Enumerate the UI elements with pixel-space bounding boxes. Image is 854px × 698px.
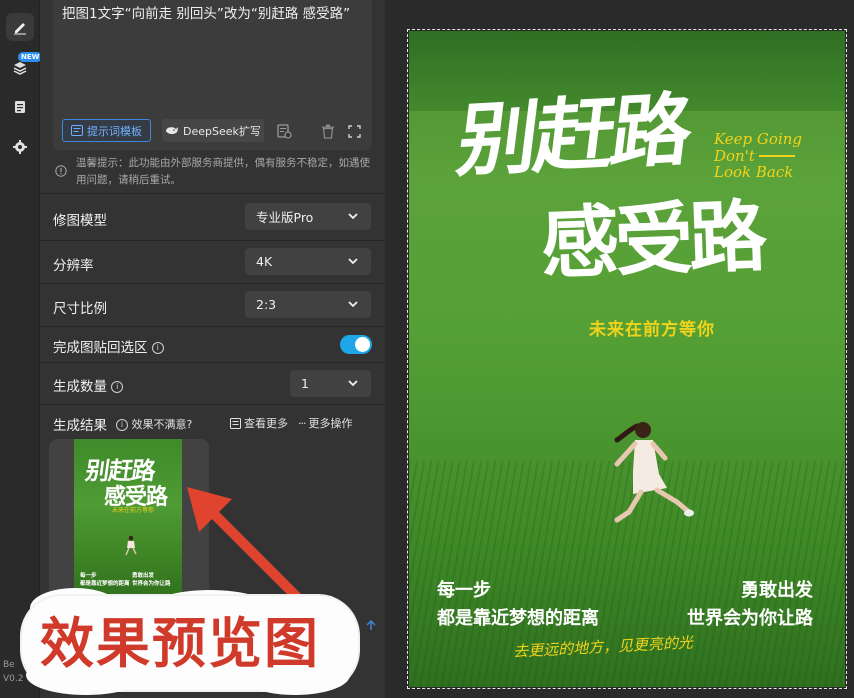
poster-left-text: 每一步 都是靠近梦想的距离	[437, 577, 599, 633]
poster-right-line-2: 世界会为你让路	[687, 608, 813, 629]
poster-left-line-1: 每一步	[437, 580, 491, 601]
poster-right-line-1: 勇敢出发	[741, 580, 813, 601]
poster-english-3: Look Back	[714, 163, 794, 181]
poster-title-1: 别赶路	[452, 83, 694, 188]
sticker-text: 效果预览图	[40, 611, 320, 675]
poster-title-2: 感受路	[539, 192, 765, 290]
poster-left-line-2: 都是靠近梦想的距离	[437, 608, 599, 629]
poster-english-rule	[759, 155, 795, 157]
runner-figure	[614, 422, 694, 523]
poster-preview: 别赶路 感受路 Keep Going Don't Look Back 未来在前方…	[409, 31, 845, 687]
poster-english-1: Keep Going	[714, 130, 803, 148]
poster-right-text: 勇敢出发 世界会为你让路	[686, 577, 813, 633]
poster-subtitle: 未来在前方等你	[589, 320, 715, 340]
